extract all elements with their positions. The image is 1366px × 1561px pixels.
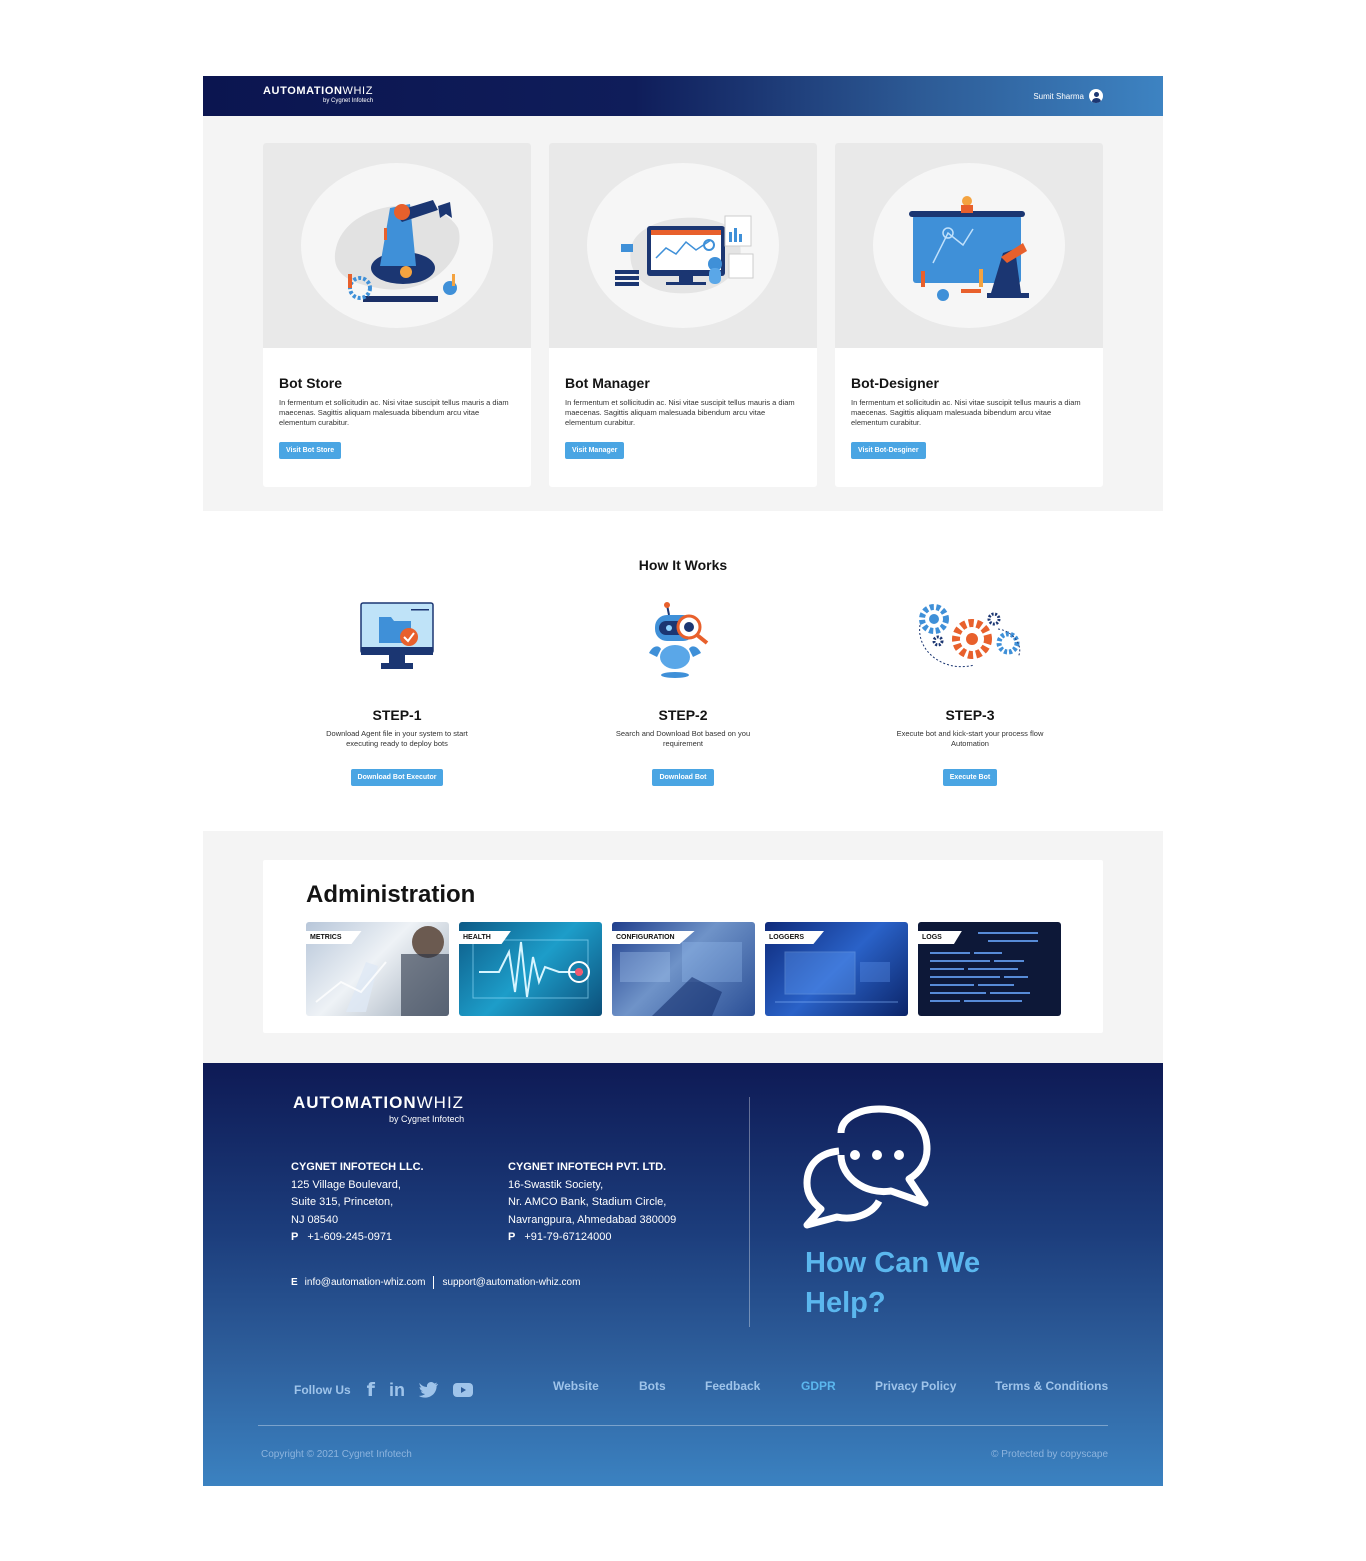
card-title: Bot Store [279,375,342,391]
tile-logs[interactable]: LOGS [918,922,1061,1016]
tile-configuration[interactable]: CONFIGURATION [612,922,755,1016]
step-description: Download Agent file in your system to st… [326,729,468,748]
footer-logo[interactable]: AUTOMATIONWHIZ by Cygnet Infotech [293,1093,464,1124]
card-bot-designer: Bot-Designer In fermentum et sollicitudi… [835,143,1103,487]
download-bot-button[interactable]: Download Bot [652,769,714,786]
follow-us-label: Follow Us [294,1383,351,1397]
bot-designer-illustration [835,143,1103,348]
chat-bubbles-icon[interactable] [803,1105,933,1235]
card-bot-manager: Bot Manager In fermentum et sollicitudin… [549,143,817,487]
administration-section: Administration METRICS HEALTH CONFIGURAT… [203,831,1163,1063]
copyright-text: Copyright © 2021 Cygnet Infotech [261,1449,412,1460]
facebook-icon[interactable]: f [367,1379,375,1401]
link-privacy-policy[interactable]: Privacy Policy [875,1379,956,1393]
step-1: STEP-1 Download Agent file in your syste… [297,601,497,786]
link-bots[interactable]: Bots [639,1379,666,1393]
user-name: Sumit Sharma [1033,91,1084,101]
support-email-link[interactable]: support@automation-whiz.com [442,1277,580,1288]
tile-metrics[interactable]: METRICS [306,922,449,1016]
monitor-folder-icon [297,601,497,691]
card-description: In fermentum et sollicitudin ac. Nisi vi… [565,398,795,427]
visit-bot-designer-button[interactable]: Visit Bot-Desginer [851,442,926,459]
twitter-icon[interactable] [418,1382,439,1398]
social-links: Follow Us f in [294,1379,473,1401]
step-3: STEP-3 Execute bot and kick-start your p… [870,601,1070,786]
robot-search-icon [583,601,783,691]
office-india: CYGNET INFOTECH PVT. LTD. 16-Swastik Soc… [508,1161,677,1243]
footer: AUTOMATIONWHIZ by Cygnet Infotech CYGNET… [203,1063,1163,1486]
section-title: How It Works [638,557,728,573]
step-title: STEP-2 [658,707,708,723]
step-title: STEP-1 [372,707,422,723]
card-title: Bot Manager [565,375,650,391]
brand-logo[interactable]: AUTOMATIONWHIZ by Cygnet Infotech [263,85,373,104]
phone-link[interactable]: +91-79-67124000 [524,1231,611,1243]
youtube-icon[interactable] [452,1383,473,1397]
step-description: Execute bot and kick-start your process … [896,729,1044,748]
execute-bot-button[interactable]: Execute Bot [942,769,998,786]
card-description: In fermentum et sollicitudin ac. Nisi vi… [851,398,1081,427]
link-gdpr[interactable]: GDPR [801,1379,836,1393]
link-terms-conditions[interactable]: Terms & Conditions [995,1379,1108,1393]
help-heading: How Can We Help? [805,1247,981,1319]
products-section: Bot Store In fermentum et sollicitudin a… [203,116,1163,511]
user-avatar-icon[interactable] [1089,89,1103,103]
link-website[interactable]: Website [553,1379,599,1393]
email-links: E info@automation-whiz.com support@autom… [291,1276,581,1289]
visit-manager-button[interactable]: Visit Manager [565,442,625,459]
footer-rule [258,1425,1108,1426]
user-menu[interactable]: Sumit Sharma [1033,89,1103,103]
page: AUTOMATIONWHIZ by Cygnet Infotech Sumit … [203,76,1163,1486]
copyscape-link[interactable]: © Protected by copyscape [991,1449,1108,1460]
section-title: Administration [306,881,476,908]
visit-bot-store-button[interactable]: Visit Bot Store [279,442,342,459]
footer-divider [749,1097,750,1327]
gears-icon [870,601,1070,691]
bot-store-illustration [263,143,531,348]
download-bot-executor-button[interactable]: Download Bot Executor [350,769,444,786]
step-2: STEP-2 Search and Download Bot based on … [583,601,783,786]
linkedin-icon[interactable]: in [389,1380,405,1401]
info-email-link[interactable]: info@automation-whiz.com [305,1277,426,1288]
link-feedback[interactable]: Feedback [705,1379,760,1393]
card-bot-store: Bot Store In fermentum et sollicitudin a… [263,143,531,487]
how-it-works-section: How It Works STEP-1 Download Agent file … [203,511,1163,831]
phone-link[interactable]: +1-609-245-0971 [307,1231,392,1243]
top-navbar: AUTOMATIONWHIZ by Cygnet Infotech Sumit … [203,76,1163,116]
bot-manager-illustration [549,143,817,348]
tile-health[interactable]: HEALTH [459,922,602,1016]
office-usa: CYGNET INFOTECH LLC. 125 Village Bouleva… [291,1161,424,1243]
card-description: In fermentum et sollicitudin ac. Nisi vi… [279,398,509,427]
step-description: Search and Download Bot based on you req… [615,729,751,748]
card-title: Bot-Designer [851,375,939,391]
administration-card: Administration METRICS HEALTH CONFIGURAT… [263,860,1103,1033]
step-title: STEP-3 [945,707,995,723]
tile-loggers[interactable]: LOGGERS [765,922,908,1016]
